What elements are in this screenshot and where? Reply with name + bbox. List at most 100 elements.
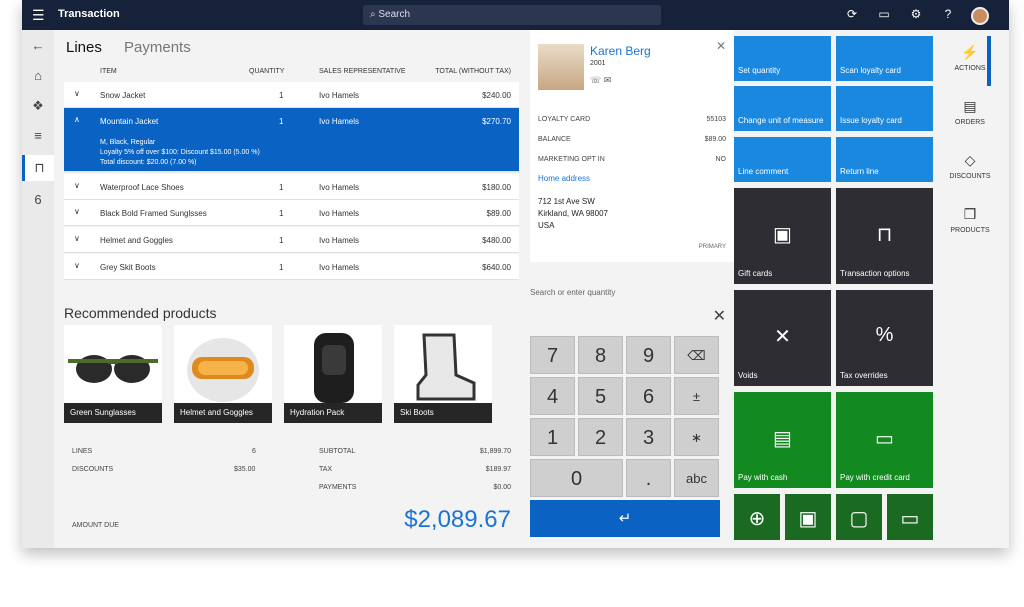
settings-icon[interactable]: ⚙	[907, 7, 925, 25]
table-row-selected[interactable]: ∧ Mountain Jacket 1 Ivo Hamels $270.70 M, Bl…	[64, 108, 519, 172]
col-total: TOTAL (WITHOUT TAX)	[435, 68, 511, 75]
hamburger-menu-icon[interactable]: ☰	[32, 7, 45, 24]
line-comment-button[interactable]: Line comment	[734, 137, 831, 182]
tax-override-icon: %	[875, 324, 894, 346]
pay-loyalty-button[interactable]: ▭	[887, 494, 933, 540]
scan-loyalty-button[interactable]: Scan loyalty card	[836, 36, 933, 81]
close-icon[interactable]: ✕	[716, 39, 726, 53]
key-0[interactable]: 0	[530, 459, 623, 497]
refresh-icon[interactable]: ⟳	[843, 7, 861, 25]
multiply-key[interactable]: ∗	[674, 418, 719, 456]
chevron-down-icon[interactable]: ∨	[74, 261, 80, 270]
key-8[interactable]: 8	[578, 336, 623, 374]
right-rail: ⚡ ACTIONS ▤ ORDERS ◇ DISCOUNTS ❒ PRODUCTS	[935, 30, 1009, 548]
chevron-down-icon[interactable]: ∨	[74, 89, 80, 98]
helmet-image	[174, 325, 272, 403]
col-rep: SALES REPRESENTATIVE	[319, 68, 406, 75]
change-unit-button[interactable]: Change unit of measure	[734, 86, 831, 131]
loyalty-card-icon: ▭	[900, 508, 920, 530]
table-row[interactable]: ∨ Snow Jacket 1 Ivo Hamels $240.00	[64, 82, 519, 108]
help-icon[interactable]: ?	[939, 7, 957, 25]
key-6[interactable]: 6	[626, 377, 671, 415]
key-7[interactable]: 7	[530, 336, 575, 374]
pay-gift-card-button[interactable]: ▢	[836, 494, 882, 540]
chevron-down-icon[interactable]: ∨	[74, 181, 80, 190]
void-x-icon: ✕	[774, 326, 791, 348]
key-2[interactable]: 2	[578, 418, 623, 456]
orders-icon: ▤	[963, 98, 977, 114]
ski-boots-image	[394, 325, 492, 403]
search-input[interactable]: ⌕ Search	[363, 5, 661, 25]
plus-minus-key[interactable]: ±	[674, 377, 719, 415]
scrollbar[interactable]	[987, 36, 991, 86]
pay-coins-button[interactable]: ⊕	[734, 494, 780, 540]
phone-icon[interactable]: ☏ ✉	[590, 75, 611, 86]
product-card[interactable]: Ski Boots	[394, 325, 492, 423]
back-arrow-icon[interactable]: ←	[22, 33, 54, 59]
issue-loyalty-button[interactable]: Issue loyalty card	[836, 86, 933, 131]
products-tab[interactable]: ❒ PRODUCTS	[935, 206, 1005, 234]
pay-cash-button[interactable]: ▤ Pay with cash	[734, 392, 831, 488]
gift-card-icon: ▣	[773, 224, 792, 246]
transaction-options-button[interactable]: ⊓ Transaction options	[836, 188, 933, 284]
col-quantity: QUANTITY	[249, 68, 285, 75]
products-cubes-icon: ❒	[963, 206, 977, 222]
orders-tab[interactable]: ▤ ORDERS	[935, 98, 1005, 126]
pay-credit-button[interactable]: ▭ Pay with credit card	[836, 392, 933, 488]
table-row[interactable]: ∨ Waterproof Lace Shoes 1 Ivo Hamels $180.00	[64, 174, 519, 200]
pay-check-button[interactable]: ▣	[785, 494, 831, 540]
decimal-key[interactable]: .	[626, 459, 671, 497]
table-row[interactable]: ∨ Grey Skit Boots 1 Ivo Hamels $640.00	[64, 254, 519, 280]
close-icon[interactable]: ✕	[713, 306, 726, 326]
balance-row: BALANCE $89.00	[538, 136, 726, 143]
key-9[interactable]: 9	[626, 336, 671, 374]
recommended-title: Recommended products	[64, 305, 217, 321]
key-3[interactable]: 3	[626, 418, 671, 456]
home-icon[interactable]: ⌂	[22, 63, 54, 89]
table-row[interactable]: ∨ Helmet and Goggles 1 Ivo Hamels $480.00	[64, 227, 519, 253]
chevron-up-icon[interactable]: ∧	[74, 115, 80, 124]
line-details: M, Black, Regular Loyalty 5% off over $10…	[100, 139, 260, 166]
tab-payments[interactable]: Payments	[124, 39, 191, 56]
tab-lines[interactable]: Lines	[66, 39, 102, 56]
list-icon[interactable]: ≡	[22, 123, 54, 149]
shopping-bag-icon[interactable]: ⊓	[22, 155, 54, 181]
backspace-key[interactable]: ⌫	[674, 336, 719, 374]
gift-cards-button[interactable]: ▣ Gift cards	[734, 188, 831, 284]
key-1[interactable]: 1	[530, 418, 575, 456]
chevron-down-icon[interactable]: ∨	[74, 207, 80, 216]
coins-icon: ⊕	[748, 508, 766, 530]
product-card[interactable]: Hydration Pack	[284, 325, 382, 423]
home-address-link[interactable]: Home address	[538, 174, 590, 183]
chevron-down-icon[interactable]: ∨	[74, 234, 80, 243]
customer-name[interactable]: Karen Berg	[590, 44, 651, 58]
customer-id: 2001	[590, 60, 606, 67]
credit-card-icon: ▭	[875, 428, 894, 450]
key-5[interactable]: 5	[578, 377, 623, 415]
voids-button[interactable]: ✕ Voids	[734, 290, 831, 386]
actions-tab[interactable]: ⚡ ACTIONS	[935, 44, 1005, 72]
discount-tag-icon: ◇	[964, 152, 976, 168]
primary-badge: PRIMARY	[698, 244, 726, 250]
abc-key[interactable]: abc	[674, 459, 719, 497]
tax-overrides-button[interactable]: % Tax overrides	[836, 290, 933, 386]
table-row[interactable]: ∨ Black Bold Framed Sunglsses 1 Ivo Hamels $…	[64, 200, 519, 226]
return-line-button[interactable]: Return line	[836, 137, 933, 182]
products-icon[interactable]: ❖	[22, 93, 54, 119]
amount-due-value: $2,089.67	[404, 506, 511, 533]
set-quantity-button[interactable]: Set quantity	[734, 36, 831, 81]
product-card[interactable]: Green Sunglasses	[64, 325, 162, 423]
customer-card: Karen Berg 2001 ☏ ✉ ✕ LOYALTY CARD 55103 …	[530, 30, 734, 262]
gift-card-pay-icon: ▢	[849, 508, 869, 530]
enter-button[interactable]: ↵	[530, 500, 720, 537]
discounts-tab[interactable]: ◇ DISCOUNTS	[935, 152, 1005, 180]
loyalty-row: LOYALTY CARD 55103	[538, 116, 726, 123]
nav-count[interactable]: 6	[22, 187, 54, 213]
search-placeholder: Search	[378, 9, 411, 20]
key-4[interactable]: 4	[530, 377, 575, 415]
quantity-input[interactable]: Search or enter quantity	[530, 288, 615, 297]
user-avatar[interactable]	[971, 7, 989, 25]
left-nav: ← ⌂ ❖ ≡ ⊓ 6	[22, 30, 54, 548]
product-card[interactable]: Helmet and Goggles	[174, 325, 272, 423]
comment-icon[interactable]: ▭	[875, 7, 893, 25]
